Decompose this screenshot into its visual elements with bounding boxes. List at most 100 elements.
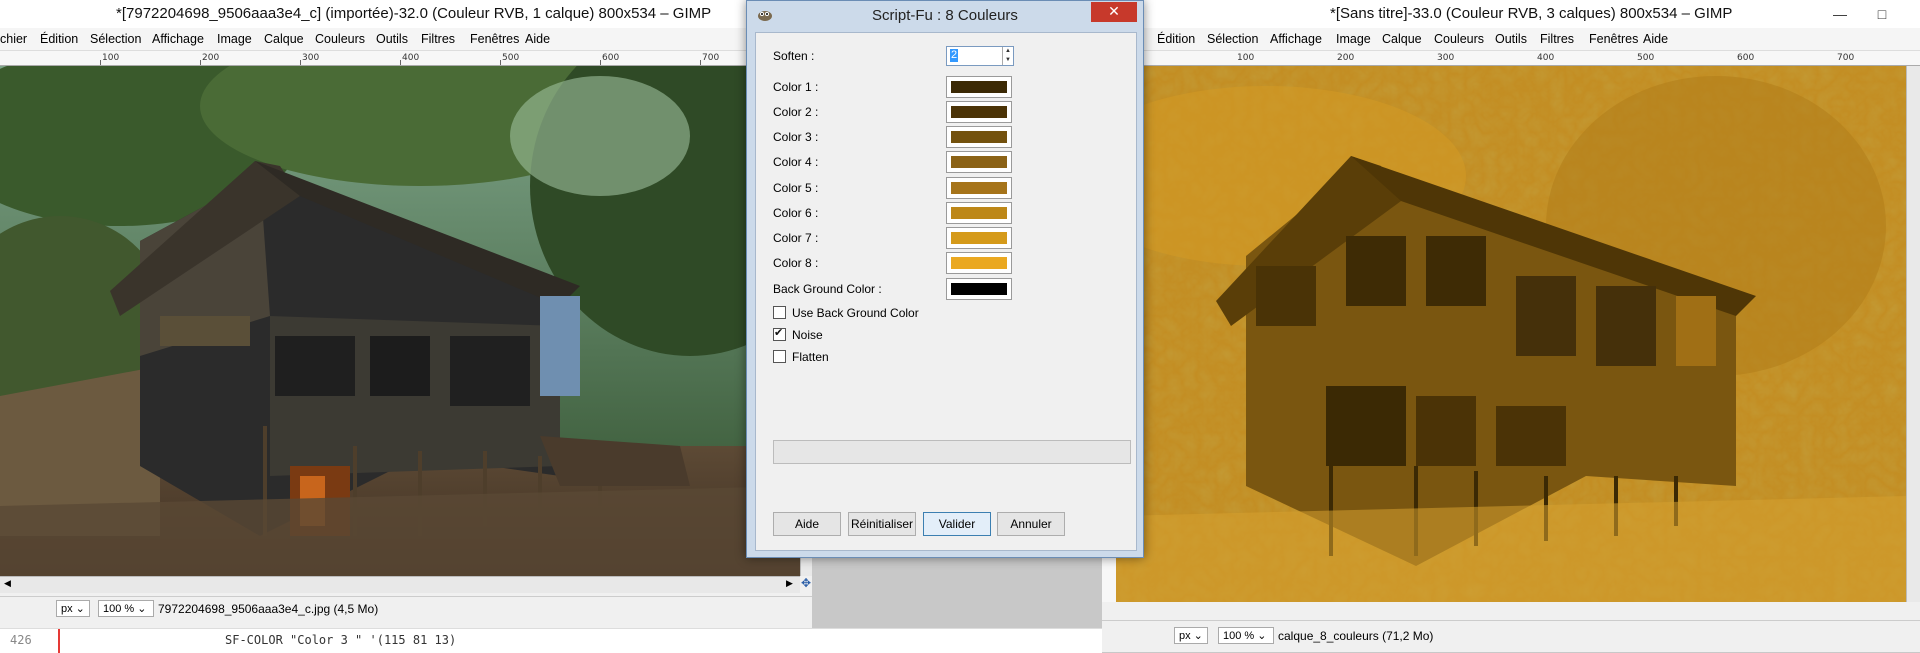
color-6-swatch	[951, 207, 1007, 219]
reset-button[interactable]: Réinitialiser	[848, 512, 916, 536]
color-6-button[interactable]	[946, 202, 1012, 224]
dialog-body: Soften : 2 ▲ ▼ Color 1 : Color 2 : Color…	[755, 32, 1137, 551]
menu-aide[interactable]: Aide	[1643, 32, 1668, 46]
menu-filtres[interactable]: Filtres	[421, 32, 455, 46]
left-horizontal-scrollbar[interactable]: ◀ ▶	[0, 576, 800, 593]
menu-image[interactable]: Image	[1336, 32, 1371, 46]
noise-label: Noise	[792, 328, 823, 342]
maximize-button[interactable]: □	[1862, 0, 1902, 28]
right-vertical-scrollbar[interactable]	[1906, 66, 1920, 602]
color-8-label: Color 8 :	[773, 256, 819, 270]
color-8-swatch	[951, 257, 1007, 269]
color-3-button[interactable]	[946, 126, 1012, 148]
unit-select[interactable]: px ⌄	[56, 600, 90, 617]
navigate-icon[interactable]: ✥	[800, 576, 812, 592]
menu-outils[interactable]: Outils	[1495, 32, 1527, 46]
menu-selection[interactable]: Sélection	[90, 32, 141, 46]
color-4-button[interactable]	[946, 151, 1012, 173]
line-number: 426	[10, 633, 32, 647]
unit-value: px	[1179, 630, 1191, 642]
right-window-title: *[Sans titre]-33.0 (Couleur RVB, 3 calqu…	[1330, 5, 1733, 22]
flatten-checkbox[interactable]: Flatten	[773, 350, 829, 364]
unit-select[interactable]: px ⌄	[1174, 627, 1208, 644]
ruler-tick-label: 300	[1437, 53, 1455, 63]
menu-fichier[interactable]: chier	[0, 32, 27, 46]
checkbox-box[interactable]	[773, 306, 786, 319]
ruler-tick-label: 600	[1737, 53, 1755, 63]
left-statusbar: px ⌄ 100 % ⌄ 7972204698_9506aaa3e4_c.jpg…	[0, 596, 812, 621]
menu-image[interactable]: Image	[217, 32, 252, 46]
soften-spinner[interactable]: 2 ▲ ▼	[946, 46, 1014, 66]
ruler-tick-label: 700	[1837, 53, 1855, 63]
ruler-tick-label: 200	[202, 53, 220, 63]
spin-down-icon[interactable]: ▼	[1002, 56, 1013, 65]
color-7-label: Color 7 :	[773, 231, 819, 245]
unit-value: px	[61, 603, 73, 615]
status-info: 7972204698_9506aaa3e4_c.jpg (4,5 Mo)	[158, 602, 379, 616]
color-8-button[interactable]	[946, 252, 1012, 274]
noise-checkbox[interactable]: Noise	[773, 326, 823, 342]
menu-calque[interactable]: Calque	[264, 32, 304, 46]
color-1-swatch	[951, 81, 1007, 93]
color-1-button[interactable]	[946, 76, 1012, 98]
code-editor-strip: 426 SF-COLOR "Color 3 " '(115 81 13)	[0, 628, 1102, 653]
right-gimp-window: *[Sans titre]-33.0 (Couleur RVB, 3 calqu…	[1102, 0, 1920, 652]
menu-fenetres[interactable]: Fenêtres	[470, 32, 519, 46]
zoom-select[interactable]: 100 % ⌄	[98, 600, 154, 617]
checkbox-box[interactable]	[773, 350, 786, 363]
color-2-button[interactable]	[946, 101, 1012, 123]
color-5-label: Color 5 :	[773, 181, 819, 195]
menu-calque[interactable]: Calque	[1382, 32, 1422, 46]
menu-selection[interactable]: Sélection	[1207, 32, 1258, 46]
flatten-label: Flatten	[792, 350, 829, 364]
menu-outils[interactable]: Outils	[376, 32, 408, 46]
color-4-swatch	[951, 156, 1007, 168]
ok-button[interactable]: Valider	[923, 512, 991, 536]
color-5-button[interactable]	[946, 177, 1012, 199]
left-menubar: chier Édition Sélection Affichage Image …	[0, 28, 812, 51]
background-color-button[interactable]	[946, 278, 1012, 300]
help-button[interactable]: Aide	[773, 512, 841, 536]
use-background-color-checkbox[interactable]: Use Back Ground Color	[773, 306, 919, 320]
right-window-titlebar: *[Sans titre]-33.0 (Couleur RVB, 3 calqu…	[1102, 0, 1920, 28]
color-3-swatch	[951, 131, 1007, 143]
script-fu-dialog: Script-Fu : 8 Couleurs ✕ Soften : 2 ▲ ▼ …	[746, 0, 1144, 558]
menu-fenetres[interactable]: Fenêtres	[1589, 32, 1638, 46]
minimize-button[interactable]: —	[1820, 0, 1860, 28]
left-gimp-window: *[7972204698_9506aaa3e4_c] (importée)-32…	[0, 0, 812, 628]
left-window-titlebar: *[7972204698_9506aaa3e4_c] (importée)-32…	[0, 0, 812, 28]
close-button[interactable]: ✕	[1091, 2, 1137, 22]
menu-edition[interactable]: Édition	[1157, 32, 1195, 46]
color-7-button[interactable]	[946, 227, 1012, 249]
ruler-tick-label: 500	[502, 53, 520, 63]
menu-filtres[interactable]: Filtres	[1540, 32, 1574, 46]
menu-affichage[interactable]: Affichage	[1270, 32, 1322, 46]
right-menubar: Édition Sélection Affichage Image Calque…	[1102, 28, 1920, 51]
zoom-value: 100 %	[103, 603, 135, 615]
scroll-right-arrow-icon[interactable]: ▶	[786, 579, 793, 589]
right-statusbar: px ⌄ 100 % ⌄ calque_8_couleurs (71,2 Mo)	[1102, 620, 1920, 652]
soften-label: Soften :	[773, 49, 815, 63]
cabin-photo	[0, 66, 800, 576]
ruler-tick-label: 700	[702, 53, 720, 63]
color-1-label: Color 1 :	[773, 80, 819, 94]
ruler-tick-label: 100	[1237, 53, 1255, 63]
left-horizontal-ruler: 100 200 300 400 500 600 700	[0, 51, 812, 66]
cancel-button[interactable]: Annuler	[997, 512, 1065, 536]
ruler-tick-label: 400	[1537, 53, 1555, 63]
ruler-tick-label: 500	[1637, 53, 1655, 63]
menu-couleurs[interactable]: Couleurs	[315, 32, 365, 46]
menu-edition[interactable]: Édition	[40, 32, 78, 46]
menu-affichage[interactable]: Affichage	[152, 32, 204, 46]
spin-up-icon[interactable]: ▲	[1002, 47, 1013, 56]
checkbox-box-checked[interactable]	[773, 326, 786, 341]
left-canvas[interactable]	[0, 66, 800, 576]
editor-gutter-marker	[58, 629, 60, 653]
menu-aide[interactable]: Aide	[525, 32, 550, 46]
right-canvas[interactable]	[1116, 66, 1906, 602]
zoom-select[interactable]: 100 % ⌄	[1218, 627, 1274, 644]
color-4-label: Color 4 :	[773, 155, 819, 169]
menu-couleurs[interactable]: Couleurs	[1434, 32, 1484, 46]
scroll-left-arrow-icon[interactable]: ◀	[4, 579, 11, 589]
color-3-label: Color 3 :	[773, 130, 819, 144]
